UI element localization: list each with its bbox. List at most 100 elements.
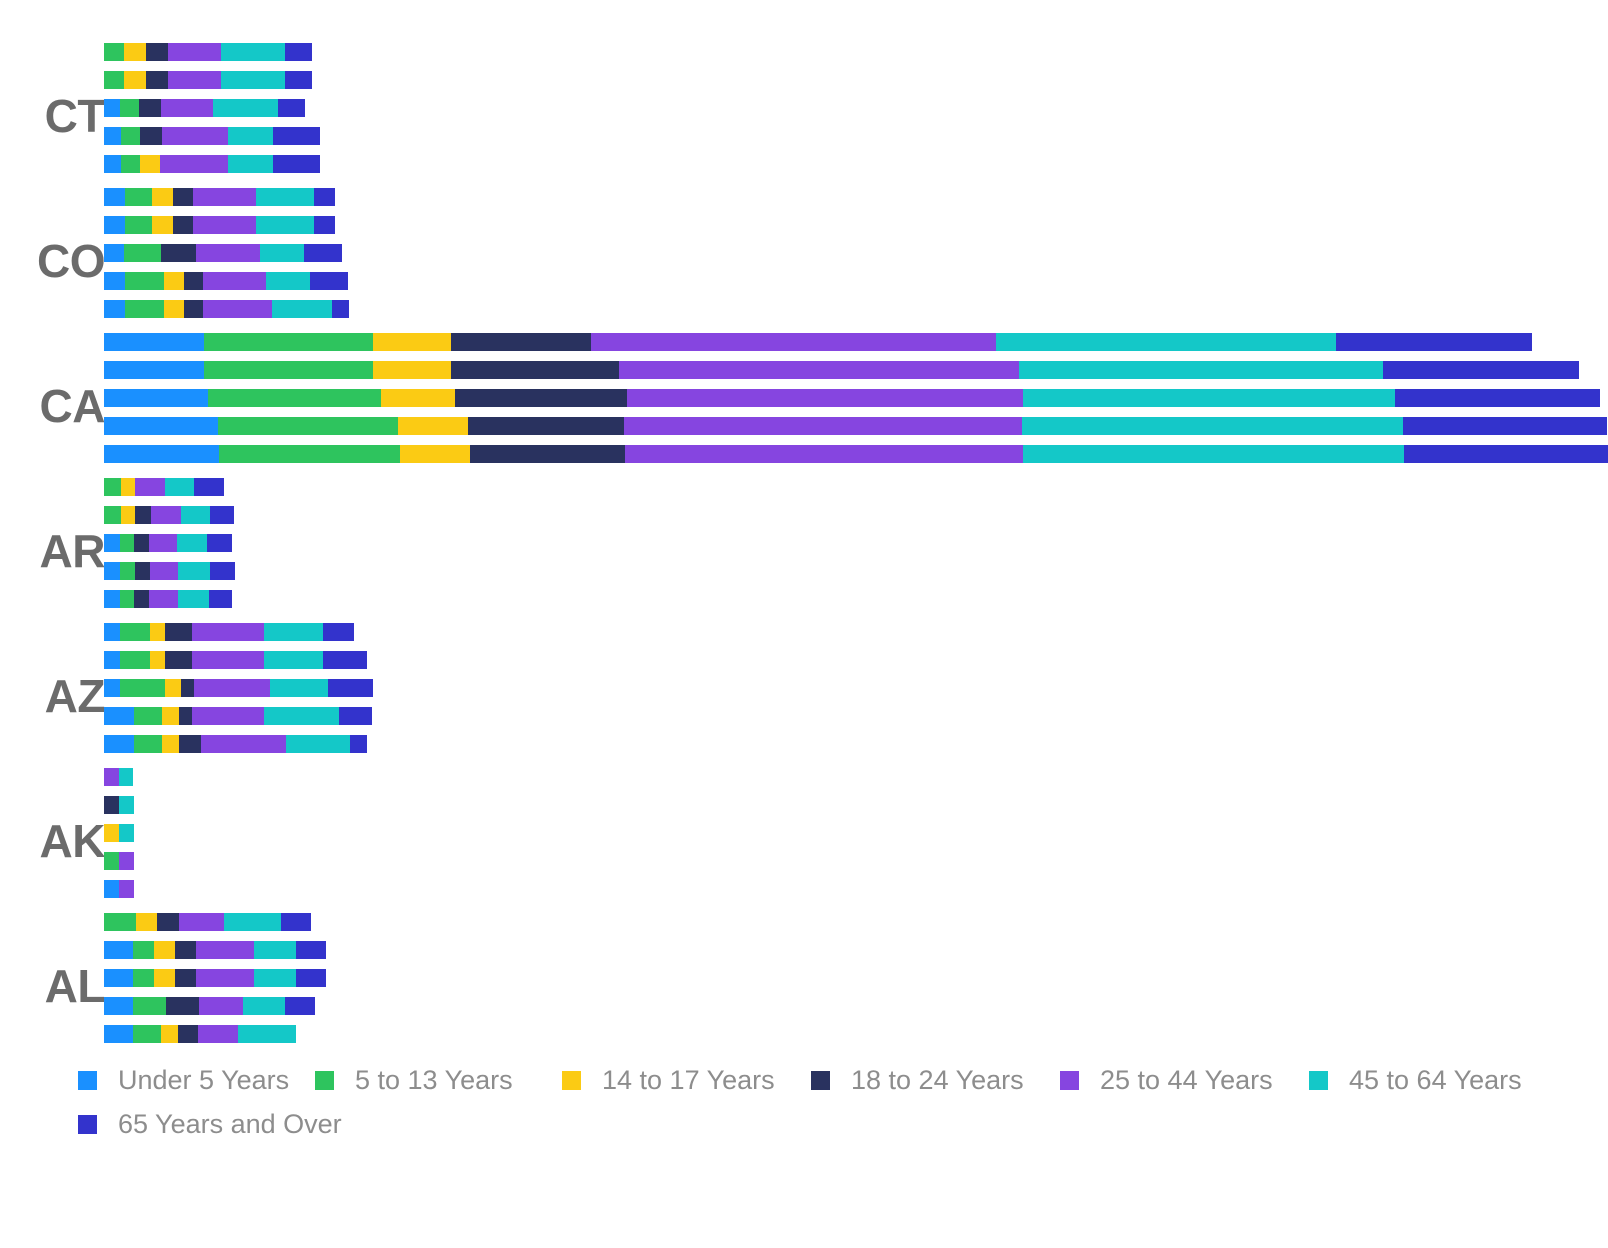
bar-segment[interactable] bbox=[164, 272, 184, 290]
bar-segment[interactable] bbox=[104, 300, 125, 318]
bar-segment[interactable] bbox=[124, 244, 161, 262]
bar-segment[interactable] bbox=[104, 127, 121, 145]
bar-segment[interactable] bbox=[104, 969, 133, 987]
bar-segment[interactable] bbox=[104, 417, 218, 435]
bar-segment[interactable] bbox=[264, 623, 323, 641]
bar-segment[interactable] bbox=[140, 127, 162, 145]
bar-segment[interactable] bbox=[328, 679, 373, 697]
bar-segment[interactable] bbox=[1395, 389, 1600, 407]
bar-segment[interactable] bbox=[104, 623, 120, 641]
bar-segment[interactable] bbox=[451, 333, 591, 351]
bar-segment[interactable] bbox=[198, 1025, 238, 1043]
bar-segment[interactable] bbox=[140, 155, 160, 173]
bar-segment[interactable] bbox=[219, 445, 400, 463]
bar-segment[interactable] bbox=[133, 997, 166, 1015]
bar-segment[interactable] bbox=[1019, 361, 1383, 379]
bar-segment[interactable] bbox=[104, 389, 208, 407]
legend-item-5-to-13-years[interactable]: 5 to 13 Years bbox=[315, 1058, 513, 1102]
bar-segment[interactable] bbox=[104, 478, 121, 496]
bar-segment[interactable] bbox=[209, 590, 232, 608]
bar-segment[interactable] bbox=[181, 679, 194, 697]
bar-segment[interactable] bbox=[285, 43, 312, 61]
bar-segment[interactable] bbox=[104, 880, 119, 898]
bar-row[interactable] bbox=[104, 99, 305, 117]
bar-row[interactable] bbox=[104, 768, 133, 786]
bar-row[interactable] bbox=[104, 913, 311, 931]
bar-segment[interactable] bbox=[281, 913, 311, 931]
bar-segment[interactable] bbox=[162, 707, 179, 725]
bar-segment[interactable] bbox=[125, 188, 152, 206]
bar-segment[interactable] bbox=[339, 707, 372, 725]
bar-segment[interactable] bbox=[323, 623, 354, 641]
bar-row[interactable] bbox=[104, 389, 1600, 407]
bar-segment[interactable] bbox=[154, 941, 175, 959]
bar-row[interactable] bbox=[104, 735, 367, 753]
bar-row[interactable] bbox=[104, 71, 312, 89]
legend-item-14-to-17-years[interactable]: 14 to 17 Years bbox=[562, 1058, 775, 1102]
bar-segment[interactable] bbox=[1023, 445, 1404, 463]
bar-segment[interactable] bbox=[165, 679, 181, 697]
bar-segment[interactable] bbox=[104, 824, 119, 842]
bar-segment[interactable] bbox=[104, 590, 120, 608]
bar-segment[interactable] bbox=[184, 272, 203, 290]
bar-segment[interactable] bbox=[398, 417, 468, 435]
bar-segment[interactable] bbox=[161, 1025, 178, 1043]
bar-segment[interactable] bbox=[178, 1025, 198, 1043]
bar-segment[interactable] bbox=[134, 534, 149, 552]
bar-row[interactable] bbox=[104, 534, 232, 552]
bar-segment[interactable] bbox=[104, 188, 125, 206]
bar-segment[interactable] bbox=[1383, 361, 1579, 379]
bar-segment[interactable] bbox=[104, 155, 121, 173]
bar-segment[interactable] bbox=[314, 188, 335, 206]
bar-segment[interactable] bbox=[210, 562, 235, 580]
bar-segment[interactable] bbox=[146, 71, 168, 89]
bar-segment[interactable] bbox=[104, 244, 124, 262]
bar-row[interactable] bbox=[104, 333, 1532, 351]
bar-segment[interactable] bbox=[104, 99, 120, 117]
bar-row[interactable] bbox=[104, 562, 235, 580]
bar-segment[interactable] bbox=[1022, 417, 1403, 435]
bar-segment[interactable] bbox=[133, 969, 154, 987]
bar-segment[interactable] bbox=[286, 735, 350, 753]
bar-segment[interactable] bbox=[204, 361, 373, 379]
bar-segment[interactable] bbox=[196, 941, 254, 959]
bar-segment[interactable] bbox=[119, 852, 134, 870]
bar-segment[interactable] bbox=[350, 735, 367, 753]
bar-segment[interactable] bbox=[256, 188, 314, 206]
bar-segment[interactable] bbox=[213, 99, 278, 117]
bar-row[interactable] bbox=[104, 188, 335, 206]
bar-segment[interactable] bbox=[228, 155, 273, 173]
bar-segment[interactable] bbox=[120, 651, 150, 669]
bar-segment[interactable] bbox=[150, 651, 165, 669]
bar-segment[interactable] bbox=[304, 244, 342, 262]
bar-segment[interactable] bbox=[208, 389, 381, 407]
bar-segment[interactable] bbox=[104, 1025, 133, 1043]
bar-segment[interactable] bbox=[184, 300, 203, 318]
bar-segment[interactable] bbox=[165, 623, 192, 641]
bar-segment[interactable] bbox=[104, 997, 133, 1015]
bar-segment[interactable] bbox=[314, 216, 335, 234]
bar-segment[interactable] bbox=[135, 478, 165, 496]
bar-segment[interactable] bbox=[196, 969, 254, 987]
bar-segment[interactable] bbox=[104, 796, 119, 814]
bar-segment[interactable] bbox=[177, 534, 207, 552]
bar-segment[interactable] bbox=[285, 997, 315, 1015]
bar-segment[interactable] bbox=[278, 99, 305, 117]
bar-segment[interactable] bbox=[323, 651, 367, 669]
bar-segment[interactable] bbox=[125, 272, 164, 290]
bar-segment[interactable] bbox=[139, 99, 161, 117]
bar-segment[interactable] bbox=[996, 333, 1336, 351]
bar-row[interactable] bbox=[104, 707, 372, 725]
bar-segment[interactable] bbox=[254, 969, 296, 987]
bar-segment[interactable] bbox=[196, 244, 260, 262]
bar-segment[interactable] bbox=[310, 272, 348, 290]
bar-segment[interactable] bbox=[1403, 417, 1607, 435]
bar-segment[interactable] bbox=[381, 389, 455, 407]
bar-segment[interactable] bbox=[1336, 333, 1532, 351]
bar-segment[interactable] bbox=[194, 478, 224, 496]
bar-row[interactable] bbox=[104, 445, 1608, 463]
bar-segment[interactable] bbox=[373, 333, 451, 351]
bar-segment[interactable] bbox=[224, 913, 281, 931]
bar-row[interactable] bbox=[104, 969, 326, 987]
bar-segment[interactable] bbox=[121, 127, 140, 145]
